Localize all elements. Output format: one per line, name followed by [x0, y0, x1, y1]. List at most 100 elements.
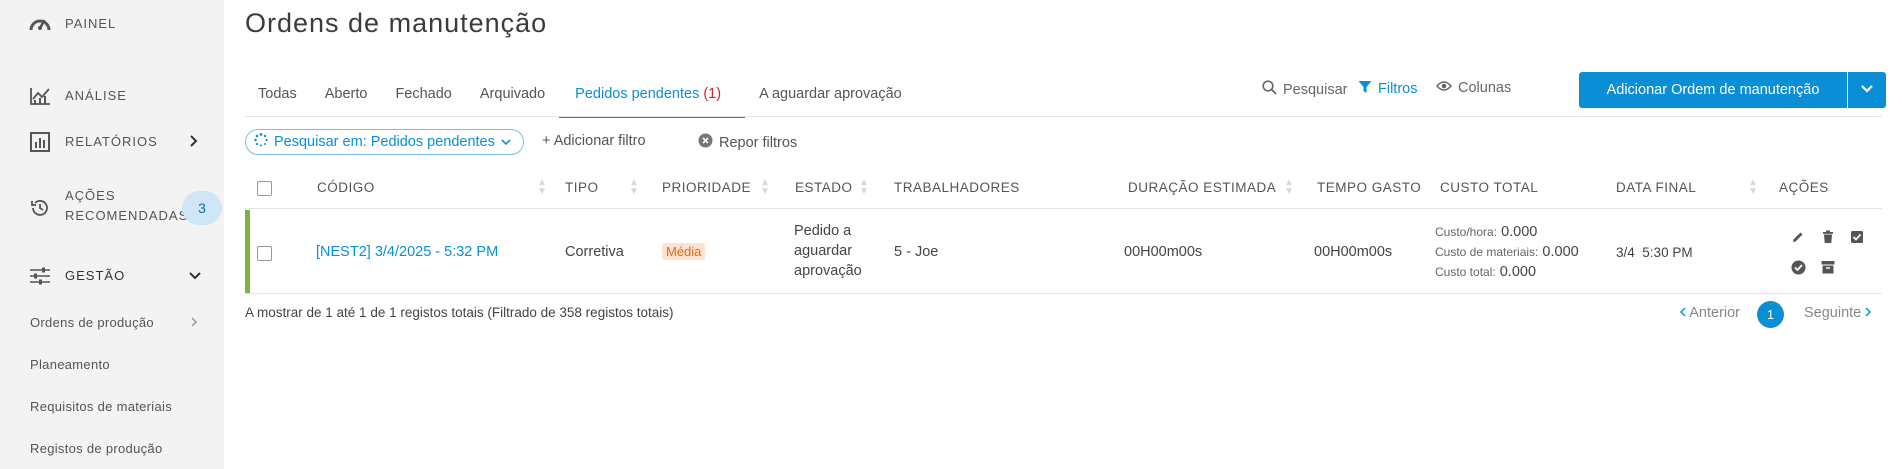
records-info: A mostrar de 1 até 1 de 1 registos totai…: [245, 305, 674, 320]
columns-button[interactable]: Colunas: [1436, 80, 1511, 96]
sliders-icon: [28, 264, 52, 288]
order-state-line2: aguardar: [794, 243, 853, 259]
tab-count-badge: (1): [703, 86, 722, 102]
sort-icon[interactable]: ▲ ▼: [760, 178, 770, 197]
pagination-next-label: Seguinte: [1804, 305, 1862, 321]
table-row-divider: [245, 293, 1882, 294]
sidebar-subitem-label: Ordens de produção: [30, 315, 154, 330]
page-title: Ordens de manutenção: [245, 8, 548, 38]
search-icon: [1262, 80, 1277, 99]
tab-pedidos-pendentes[interactable]: Pedidos pendentes (1): [559, 74, 746, 118]
dashboard-gauge-icon: [28, 12, 52, 36]
sidebar-item-analise[interactable]: ANÁLISE: [0, 84, 224, 108]
complete-check-circle-icon[interactable]: [1788, 257, 1808, 277]
pagination-previous[interactable]: Anterior: [1679, 305, 1740, 321]
cost-per-hour: Custo/hora: 0.000: [1435, 224, 1537, 240]
columns-button-label: Colunas: [1458, 80, 1512, 96]
archive-box-icon[interactable]: [1818, 257, 1838, 277]
cost-total: Custo total: 0.000: [1435, 264, 1536, 280]
add-filter-button[interactable]: + Adicionar filtro: [542, 133, 646, 149]
order-time-spent: 00H00m00s: [1314, 244, 1393, 260]
column-header-type[interactable]: TIPO: [565, 180, 599, 195]
column-header-time-spent[interactable]: TEMPO GASTO: [1317, 180, 1421, 195]
tab-fechado[interactable]: Fechado: [381, 74, 465, 118]
filters-button[interactable]: Filtros: [1358, 80, 1417, 98]
cost-total-label: Custo total:: [1435, 265, 1496, 279]
chevron-right-icon: [189, 134, 199, 150]
end-time-value: 5:30 PM: [1642, 245, 1693, 260]
reports-bar-icon: [28, 130, 52, 154]
reset-filters-button[interactable]: Repor filtros: [698, 133, 797, 152]
pagination-current-page[interactable]: 1: [1757, 301, 1784, 328]
pagination-next[interactable]: Seguinte: [1804, 305, 1872, 321]
tabs-divider: [244, 116, 1882, 117]
filters-button-label: Filtros: [1378, 81, 1418, 97]
column-header-total-cost[interactable]: CUSTO TOTAL: [1440, 180, 1538, 195]
chevron-right-icon: [1865, 305, 1872, 321]
status-color-bar: [245, 210, 250, 294]
select-all-checkbox[interactable]: [257, 181, 272, 196]
column-header-estimated-duration[interactable]: DURAÇÃO ESTIMADA: [1128, 180, 1276, 195]
order-code-link[interactable]: [NEST2] 3/4/2025 - 5:32 PM: [316, 244, 498, 260]
order-state-line1: Pedido a: [794, 223, 852, 239]
row-checkbox[interactable]: [257, 246, 272, 261]
table-header-divider: [245, 208, 1882, 209]
sidebar-item-painel[interactable]: PAINEL: [0, 12, 224, 36]
tab-a-aguardar-aprovacao[interactable]: A aguardar aprovação: [745, 74, 916, 118]
edit-pencil-icon[interactable]: [1788, 227, 1808, 247]
tab-aberto[interactable]: Aberto: [311, 74, 382, 118]
sidebar-item-label: GESTÃO: [65, 268, 126, 283]
chevron-down-icon: [1860, 81, 1874, 99]
add-maintenance-order-button[interactable]: Adicionar Ordem de manutenção: [1579, 72, 1847, 108]
sidebar-subitem-registos-producao[interactable]: Registos de produção: [30, 441, 162, 456]
order-state-line3: aprovação: [794, 263, 862, 279]
cost-materials-value: 0.000: [1542, 244, 1579, 260]
sidebar-item-gestao[interactable]: GESTÃO: [0, 264, 224, 288]
sort-icon[interactable]: ▲ ▼: [1284, 178, 1294, 197]
sort-icon[interactable]: ▲ ▼: [1748, 178, 1758, 197]
cost-materials-label: Custo de materiais:: [1435, 245, 1539, 259]
tab-todas[interactable]: Todas: [244, 74, 311, 118]
notification-count-badge: 3: [182, 191, 222, 225]
sidebar: PAINEL ANÁLISE RELATÓRIOS AÇÕES RECOMEND…: [0, 0, 224, 469]
chevron-down-icon: [189, 268, 201, 284]
main-content: Ordens de manutenção Todas Aberto Fechad…: [224, 0, 1902, 469]
sidebar-subitem-requisitos-materiais[interactable]: Requisitos de materiais: [30, 399, 172, 414]
search-button[interactable]: Pesquisar: [1262, 80, 1347, 99]
loading-spinner-icon: [254, 133, 268, 151]
sidebar-item-acoes-recomendadas[interactable]: AÇÕES RECOMENDADAS 3: [0, 186, 224, 230]
tab-label: Pedidos pendentes: [575, 86, 700, 102]
sort-icon[interactable]: ▲ ▼: [859, 178, 869, 197]
end-date-value: 3/4: [1616, 245, 1635, 260]
sort-icon[interactable]: ▲ ▼: [537, 178, 547, 197]
approve-checkbox-icon[interactable]: [1847, 227, 1867, 247]
sidebar-item-label: PAINEL: [65, 16, 117, 31]
sidebar-subitem-ordens-producao[interactable]: Ordens de produção: [30, 315, 198, 330]
order-estimated-duration: 00H00m00s: [1124, 244, 1203, 260]
priority-badge: Média: [662, 243, 706, 260]
column-header-priority[interactable]: PRIORIDADE: [662, 180, 751, 195]
analytics-chart-icon: [28, 84, 52, 108]
delete-trash-icon[interactable]: [1818, 227, 1838, 247]
sidebar-subitem-planeamento[interactable]: Planeamento: [30, 357, 110, 372]
sidebar-item-relatorios[interactable]: RELATÓRIOS: [0, 130, 224, 154]
search-in-filter-chip[interactable]: Pesquisar em: Pedidos pendentes: [245, 129, 524, 155]
sort-icon[interactable]: ▲ ▼: [629, 178, 639, 197]
sidebar-item-label-line2: RECOMENDADAS: [65, 208, 189, 223]
add-options-dropdown-button[interactable]: [1848, 72, 1886, 108]
chevron-left-icon: [1679, 305, 1689, 321]
column-header-code[interactable]: CÓDIGO: [317, 180, 375, 195]
column-header-workers[interactable]: TRABALHADORES: [894, 180, 1020, 195]
status-tabs: Todas Aberto Fechado Arquivado Pedidos p…: [244, 74, 916, 118]
search-button-label: Pesquisar: [1283, 81, 1348, 98]
column-header-state[interactable]: ESTADO: [795, 180, 853, 195]
column-header-end-date[interactable]: DATA FINAL: [1616, 180, 1696, 195]
filter-funnel-icon: [1358, 80, 1372, 98]
close-circle-icon: [698, 133, 713, 152]
chevron-right-icon: [190, 315, 198, 330]
tab-arquivado[interactable]: Arquivado: [466, 74, 559, 118]
order-end-date: 3/4 5:30 PM: [1616, 245, 1693, 260]
sidebar-item-label: ANÁLISE: [65, 88, 127, 103]
order-workers: 5 - Joe: [894, 244, 939, 260]
pagination-previous-label: Anterior: [1689, 305, 1741, 321]
